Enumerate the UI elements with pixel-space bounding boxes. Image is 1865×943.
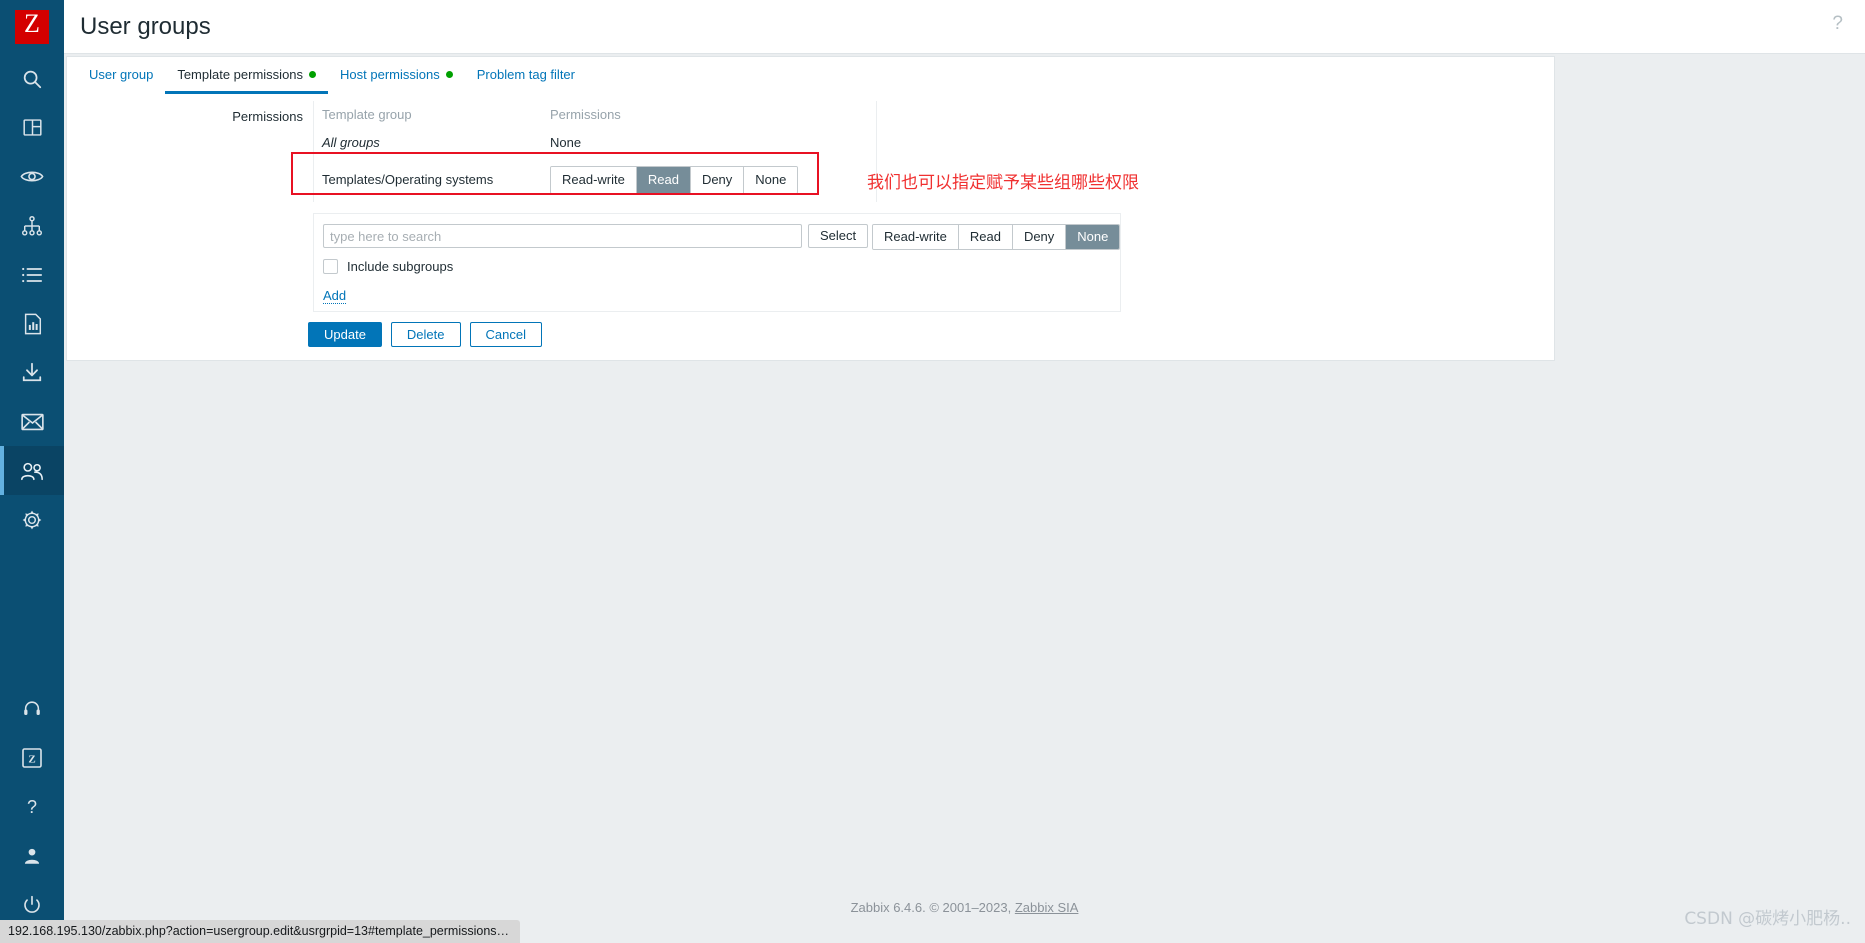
permission-segmented-control: Read-write Read Deny None <box>550 165 799 194</box>
sidebar-item-support[interactable] <box>0 684 64 733</box>
select-button[interactable]: Select <box>808 224 869 248</box>
new-permission-segmented-control: Read-write Read Deny None <box>872 224 1121 250</box>
cancel-button[interactable]: Cancel <box>469 322 542 347</box>
sidebar-item-user-settings[interactable] <box>0 831 64 880</box>
search-icon <box>21 68 43 90</box>
tab-status-dot <box>309 71 317 78</box>
new-permission-option-deny[interactable]: Deny <box>1011 225 1066 249</box>
envelope-icon <box>20 413 44 431</box>
sidebar-item-search[interactable] <box>0 54 64 103</box>
new-permission-option-read[interactable]: Read <box>957 225 1012 249</box>
sidebar-item-reports[interactable] <box>0 299 64 348</box>
zabbix-logo[interactable]: Z <box>0 0 64 54</box>
svg-text:Z: Z <box>28 753 35 765</box>
usergroup-form-card: User group Template permissions Host per… <box>66 56 1555 361</box>
permission-option-none[interactable]: None <box>743 166 798 193</box>
logo-letter: Z <box>24 9 40 38</box>
sitemap-icon <box>21 215 43 236</box>
tab-status-dot <box>445 71 453 78</box>
tab-host-permissions[interactable]: Host permissions <box>328 57 465 91</box>
page-header: User groups ? <box>64 0 1865 54</box>
sidebar-item-help[interactable]: ? <box>0 782 64 831</box>
tab-label: Template permissions <box>177 67 304 82</box>
page-footer: Zabbix 6.4.6. © 2001–2023, Zabbix SIA <box>64 900 1865 915</box>
svg-text:?: ? <box>27 797 37 817</box>
app-root: Z Z ? User groups ? User group Template … <box>0 0 1865 943</box>
permission-option-deny[interactable]: Deny <box>689 166 744 193</box>
table-row: Templates/Operating systems Read-write R… <box>314 157 876 202</box>
template-permissions-table: Template group Permissions All groups No… <box>313 101 877 202</box>
table-header-row: Template group Permissions <box>314 101 876 128</box>
sidebar-item-administration[interactable] <box>0 495 64 544</box>
row-group-name: Templates/Operating systems <box>322 172 494 187</box>
tab-user-group[interactable]: User group <box>77 57 165 91</box>
sidebar-item-dashboards[interactable] <box>0 103 64 152</box>
sidebar-item-data-collection[interactable] <box>0 348 64 397</box>
dashboards-icon <box>22 117 43 138</box>
page-title: User groups <box>80 13 211 40</box>
tab-template-permissions[interactable]: Template permissions <box>165 57 329 94</box>
watermark: CSDN @碳烤小肥杨.. <box>1684 909 1851 929</box>
include-subgroups-checkbox[interactable] <box>323 259 338 274</box>
download-icon <box>21 362 43 383</box>
include-subgroups-label: Include subgroups <box>347 259 454 274</box>
update-button[interactable]: Update <box>308 322 382 347</box>
row-permission-value: None <box>550 135 582 150</box>
gear-icon <box>21 509 43 531</box>
person-icon <box>22 846 42 866</box>
form-tabs: User group Template permissions Host per… <box>67 57 587 94</box>
add-link[interactable]: Add <box>323 288 347 304</box>
permission-option-read-write[interactable]: Read-write <box>551 166 636 193</box>
headset-icon <box>22 699 42 719</box>
sidebar-item-inventory[interactable] <box>0 250 64 299</box>
tab-label: Host permissions <box>340 67 440 82</box>
sidebar-item-integrations[interactable]: Z <box>0 733 64 782</box>
question-mark-icon: ? <box>22 797 42 817</box>
row-permission-control: Read-write Read Deny None <box>550 165 868 194</box>
column-header-template-group: Template group <box>322 107 412 122</box>
tab-label: User group <box>89 67 154 82</box>
report-chart-icon <box>23 313 42 335</box>
table-row: All groups None <box>314 128 876 157</box>
column-header-permissions: Permissions <box>550 107 621 122</box>
browser-status-bar: 192.168.195.130/zabbix.php?action=usergr… <box>0 920 520 943</box>
eye-icon <box>20 166 44 187</box>
row-group-name: All groups <box>322 135 380 150</box>
delete-button[interactable]: Delete <box>390 322 461 347</box>
help-question-icon[interactable]: ? <box>1832 12 1843 36</box>
tab-label: Problem tag filter <box>476 67 575 82</box>
annotation-text: 我们也可以指定赋予某些组哪些权限 <box>867 173 1139 193</box>
tab-problem-tag-filter[interactable]: Problem tag filter <box>465 57 587 91</box>
zabbix-square-icon: Z <box>22 747 42 768</box>
power-icon <box>22 895 42 915</box>
sidebar-item-users[interactable] <box>0 446 64 495</box>
permissions-field-label: Permissions <box>232 109 303 124</box>
sidebar-item-alerts[interactable] <box>0 397 64 446</box>
form-action-buttons: Update Delete Cancel <box>308 322 542 347</box>
include-subgroups-row[interactable]: Include subgroups <box>323 259 453 274</box>
footer-link-zabbix-sia[interactable]: Zabbix SIA <box>1015 900 1079 915</box>
new-permission-option-none[interactable]: None <box>1065 225 1120 249</box>
list-icon <box>21 266 43 284</box>
template-group-search-input[interactable] <box>323 224 802 248</box>
users-icon <box>20 461 44 481</box>
permission-option-read[interactable]: Read <box>635 166 690 193</box>
sidebar-item-services[interactable] <box>0 201 64 250</box>
new-permission-option-read-write[interactable]: Read-write <box>873 225 958 249</box>
sidebar: Z Z ? <box>0 0 64 943</box>
new-permission-block: Select Read-write Read Deny None Include… <box>313 213 1121 312</box>
sidebar-item-monitoring[interactable] <box>0 152 64 201</box>
footer-copyright: Zabbix 6.4.6. © 2001–2023, <box>850 900 1015 915</box>
